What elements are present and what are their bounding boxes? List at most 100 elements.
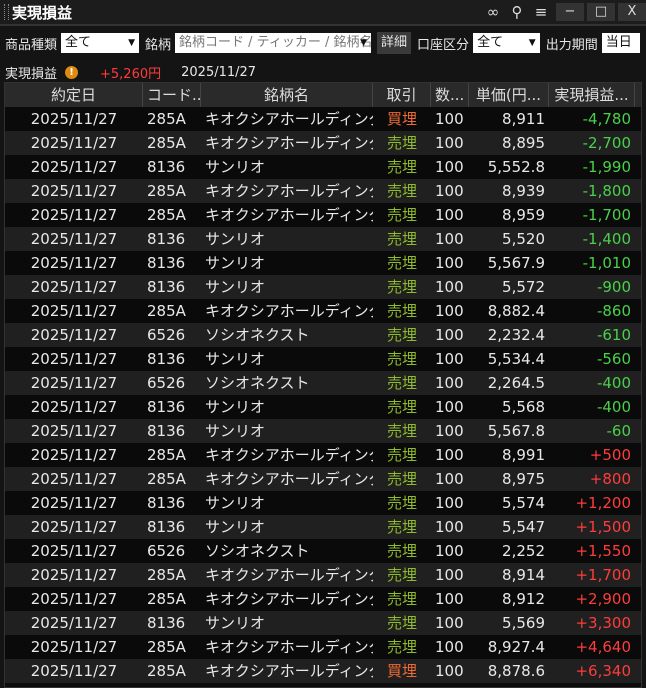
- table-row[interactable]: 2025/11/27285Aキオクシアホールディングス売埋1008,882.4-…: [5, 299, 641, 323]
- date-cell: 2025/11/27: [5, 323, 143, 347]
- qty-cell: 100: [431, 347, 469, 371]
- date-cell: 2025/11/27: [5, 491, 143, 515]
- qty-cell: 100: [431, 179, 469, 203]
- code-cell: 6526: [143, 323, 201, 347]
- qty-cell: 100: [431, 563, 469, 587]
- price-cell: 5,567.9: [469, 251, 549, 275]
- table-row[interactable]: 2025/11/27285Aキオクシアホールディングス売埋1008,959-1,…: [5, 203, 641, 227]
- table-row[interactable]: 2025/11/27285Aキオクシアホールディングス売埋1008,912+2,…: [5, 587, 641, 611]
- code-cell: 285A: [143, 467, 201, 491]
- trade-cell: 売埋: [373, 611, 431, 635]
- table-row[interactable]: 2025/11/27285Aキオクシアホールディングス売埋1008,991+50…: [5, 443, 641, 467]
- price-cell: 8,975: [469, 467, 549, 491]
- table-row[interactable]: 2025/11/278136サンリオ売埋1005,547+1,500: [5, 515, 641, 539]
- product-select[interactable]: 全て▼: [61, 33, 139, 53]
- trade-cell: 売埋: [373, 323, 431, 347]
- menu-icon[interactable]: ≡: [529, 3, 553, 21]
- trade-cell: 売埋: [373, 515, 431, 539]
- symbol-label: 銘柄: [145, 34, 171, 53]
- table-row[interactable]: 2025/11/278136サンリオ売埋1005,552.8-1,990: [5, 155, 641, 179]
- price-cell: 5,568: [469, 395, 549, 419]
- account-select[interactable]: 全て▼: [473, 33, 540, 53]
- price-cell: 2,252: [469, 539, 549, 563]
- table-row[interactable]: 2025/11/27285Aキオクシアホールディングス買埋1008,911-4,…: [5, 107, 641, 131]
- pnl-cell: -60: [549, 419, 635, 443]
- column-header[interactable]: 取引: [373, 83, 431, 107]
- table-row[interactable]: 2025/11/27285Aキオクシアホールディングス売埋1008,895-2,…: [5, 131, 641, 155]
- pnl-cell: +2,900: [549, 587, 635, 611]
- symbol-input[interactable]: 銘柄コード / ティッカー / 銘柄名▼: [175, 33, 371, 53]
- trade-cell: 買埋: [373, 107, 431, 131]
- pnl-cell: -1,990: [549, 155, 635, 179]
- name-cell: キオクシアホールディングス: [201, 659, 373, 683]
- table-row[interactable]: 2025/11/27285Aキオクシアホールディングス買埋1008,878.6+…: [5, 659, 641, 683]
- table-row[interactable]: 2025/11/278136サンリオ売埋1005,520-1,400: [5, 227, 641, 251]
- link-icon[interactable]: ∞: [481, 3, 505, 21]
- price-cell: 5,569: [469, 611, 549, 635]
- table-row[interactable]: 2025/11/276526ソシオネクスト売埋1002,252+1,550: [5, 539, 641, 563]
- code-cell: 8136: [143, 515, 201, 539]
- warning-icon[interactable]: !: [65, 66, 78, 79]
- code-cell: 6526: [143, 539, 201, 563]
- minimize-button[interactable]: −: [556, 3, 584, 21]
- qty-cell: 100: [431, 443, 469, 467]
- table-row[interactable]: 2025/11/276526ソシオネクスト売埋1002,264.5-400: [5, 371, 641, 395]
- qty-cell: 100: [431, 251, 469, 275]
- trade-cell: 売埋: [373, 347, 431, 371]
- pnl-cell: -1,700: [549, 203, 635, 227]
- table-row[interactable]: 2025/11/27285Aキオクシアホールディングス売埋1008,975+80…: [5, 467, 641, 491]
- title-bar: 実現損益 ∞ ⚲ ≡ − □ X: [0, 0, 646, 26]
- table-row[interactable]: 2025/11/278136サンリオ売埋1005,574+1,200: [5, 491, 641, 515]
- column-header[interactable]: 単価(円...: [469, 83, 549, 107]
- price-cell: 5,574: [469, 491, 549, 515]
- code-cell: 8136: [143, 419, 201, 443]
- qty-cell: 100: [431, 659, 469, 683]
- qty-cell: 100: [431, 299, 469, 323]
- date-cell: 2025/11/27: [5, 371, 143, 395]
- qty-cell: 100: [431, 227, 469, 251]
- table-row[interactable]: 2025/11/276526ソシオネクスト売埋1002,232.4-610: [5, 323, 641, 347]
- pnl-cell: +800: [549, 467, 635, 491]
- table-row[interactable]: 2025/11/278136サンリオ売埋1005,567.9-1,010: [5, 251, 641, 275]
- qty-cell: 100: [431, 131, 469, 155]
- table-row[interactable]: 2025/11/278136サンリオ売埋1005,569+3,300: [5, 611, 641, 635]
- table-row[interactable]: 2025/11/27285Aキオクシアホールディングス売埋1008,939-1,…: [5, 179, 641, 203]
- table-row[interactable]: 2025/11/278136サンリオ売埋1005,534.4-560: [5, 347, 641, 371]
- table-row[interactable]: 2025/11/278136サンリオ売埋1005,572-900: [5, 275, 641, 299]
- search-icon[interactable]: ⚲: [505, 3, 529, 21]
- name-cell: キオクシアホールディングス: [201, 299, 373, 323]
- price-cell: 5,547: [469, 515, 549, 539]
- maximize-button[interactable]: □: [587, 3, 615, 21]
- date-cell: 2025/11/27: [5, 563, 143, 587]
- column-header[interactable]: 約定日: [5, 83, 143, 107]
- column-header[interactable]: 実現損益...: [549, 83, 635, 107]
- detail-button[interactable]: 詳細: [377, 32, 411, 54]
- table-row[interactable]: 2025/11/278136サンリオ売埋1005,568-400: [5, 395, 641, 419]
- drag-handle[interactable]: [4, 4, 9, 20]
- name-cell: サンリオ: [201, 155, 373, 179]
- table-row[interactable]: 2025/11/27285Aキオクシアホールディングス売埋1008,914+1,…: [5, 563, 641, 587]
- name-cell: サンリオ: [201, 515, 373, 539]
- column-header[interactable]: コード...: [143, 83, 201, 107]
- summary-date: 2025/11/27: [181, 65, 256, 80]
- table-row[interactable]: 2025/11/278136サンリオ売埋1005,567.8-60: [5, 419, 641, 443]
- column-header[interactable]: 数...: [431, 83, 469, 107]
- pnl-cell: -4,780: [549, 107, 635, 131]
- summary-bar: 実現損益 ! +5,260円 2025/11/27: [0, 62, 646, 82]
- date-cell: 2025/11/27: [5, 635, 143, 659]
- name-cell: キオクシアホールディングス: [201, 635, 373, 659]
- period-label: 出力期間: [546, 34, 598, 53]
- period-select[interactable]: 当日: [602, 33, 640, 53]
- chevron-down-icon: ▼: [529, 33, 536, 53]
- symbol-placeholder: 銘柄コード / ティッカー / 銘柄名: [179, 35, 373, 50]
- trade-cell: 売埋: [373, 419, 431, 443]
- name-cell: サンリオ: [201, 275, 373, 299]
- table-row[interactable]: 2025/11/27285Aキオクシアホールディングス売埋1008,927.4+…: [5, 635, 641, 659]
- date-cell: 2025/11/27: [5, 275, 143, 299]
- pnl-cell: -2,700: [549, 131, 635, 155]
- trade-cell: 売埋: [373, 275, 431, 299]
- column-header[interactable]: 銘柄名: [201, 83, 373, 107]
- name-cell: キオクシアホールディングス: [201, 131, 373, 155]
- price-cell: 5,520: [469, 227, 549, 251]
- close-button[interactable]: X: [618, 3, 646, 21]
